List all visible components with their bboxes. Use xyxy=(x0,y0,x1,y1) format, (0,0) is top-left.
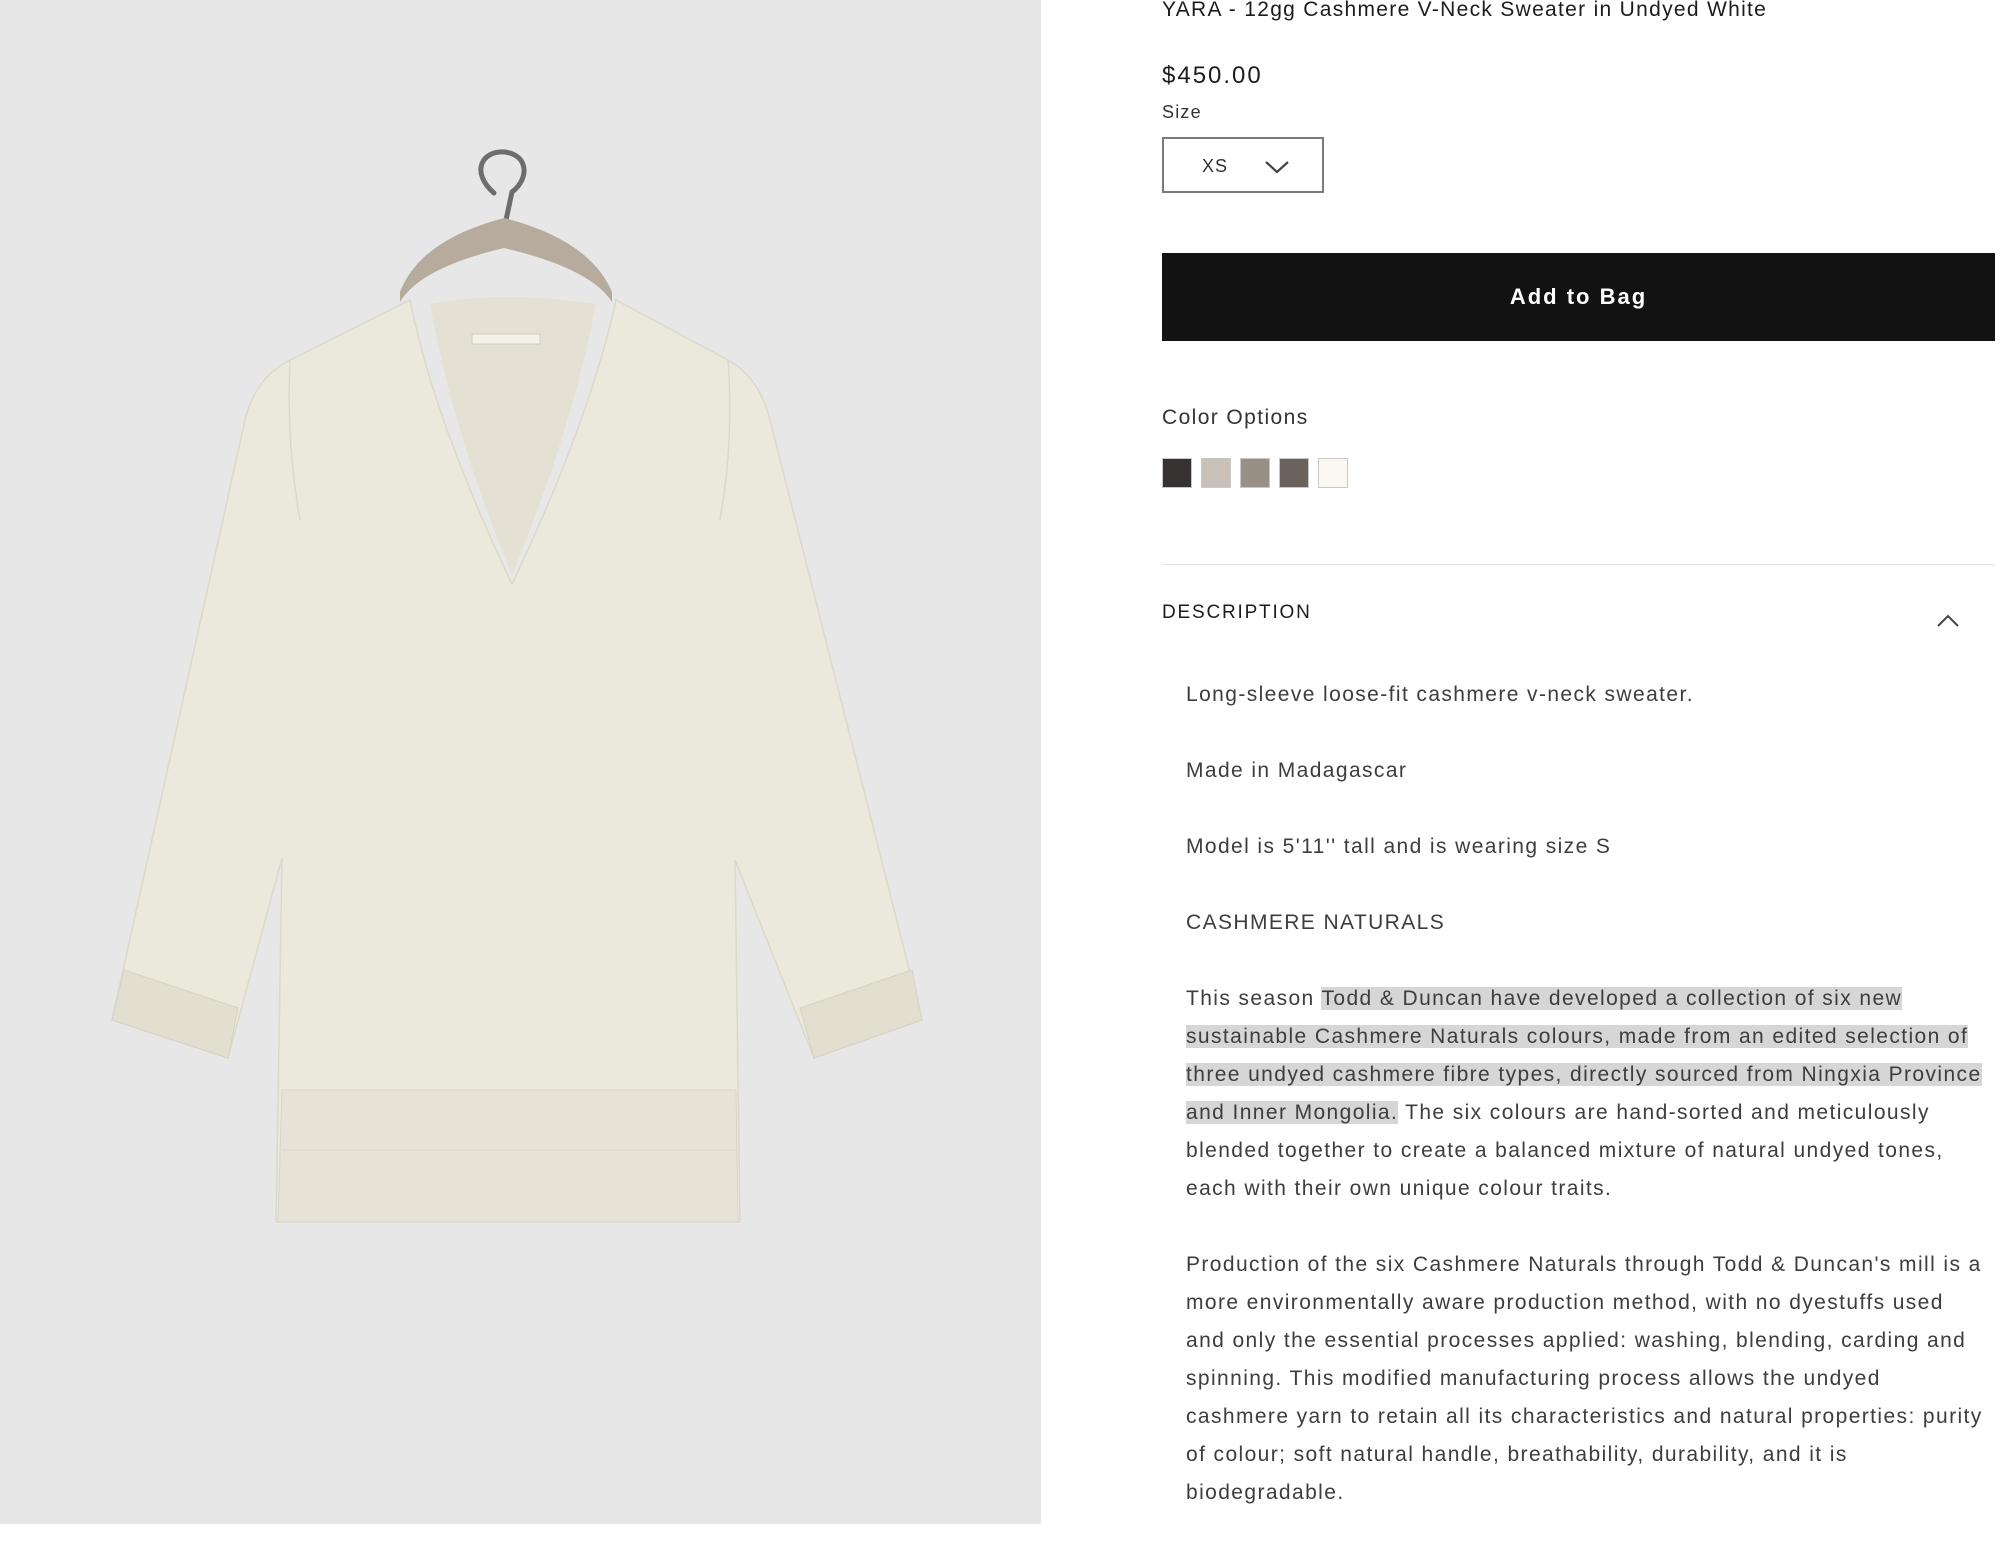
size-selected-value: XS xyxy=(1202,156,1229,176)
description-paragraph: Production of the six Cashmere Naturals … xyxy=(1186,1253,1983,1504)
description-subheading: CASHMERE NATURALS xyxy=(1186,911,1446,934)
description-line: Model is 5'11'' tall and is wearing size… xyxy=(1186,835,1612,858)
hanger-hook xyxy=(478,149,527,223)
description-line: Made in Madagascar xyxy=(1186,759,1408,782)
description-heading: DESCRIPTION xyxy=(1162,602,1312,623)
sweater-image xyxy=(111,149,923,1223)
add-to-bag-button[interactable]: Add to Bag xyxy=(1162,253,1995,341)
paragraph-text: This season xyxy=(1186,987,1322,1010)
color-swatch-5[interactable] xyxy=(1318,458,1348,488)
garment-label xyxy=(471,333,541,345)
product-title: YARA - 12gg Cashmere V-Neck Sweater in U… xyxy=(1162,0,1768,21)
color-options-title: Color Options xyxy=(1162,406,1309,429)
size-select[interactable]: XS xyxy=(1162,137,1324,193)
product-price: $450.00 xyxy=(1162,62,1263,89)
description-body: Long-sleeve loose-fit cashmere v-neck sw… xyxy=(1186,676,1986,1550)
description-line: Long-sleeve loose-fit cashmere v-neck sw… xyxy=(1186,683,1694,706)
section-divider xyxy=(1162,564,1995,565)
description-accordion-header[interactable]: DESCRIPTION xyxy=(1162,596,1982,636)
color-swatch-3[interactable] xyxy=(1240,458,1270,488)
color-swatch-1[interactable] xyxy=(1162,458,1192,488)
chevron-up-icon xyxy=(1937,614,1959,627)
color-swatch-2[interactable] xyxy=(1201,458,1231,488)
product-image-panel xyxy=(0,0,1041,1524)
hanger-wood xyxy=(400,218,612,302)
size-label: Size xyxy=(1162,102,1202,122)
description-paragraph: This season Todd & Duncan have developed… xyxy=(1186,980,1986,1208)
chevron-down-icon xyxy=(1265,161,1289,174)
color-swatch-4[interactable] xyxy=(1279,458,1309,488)
